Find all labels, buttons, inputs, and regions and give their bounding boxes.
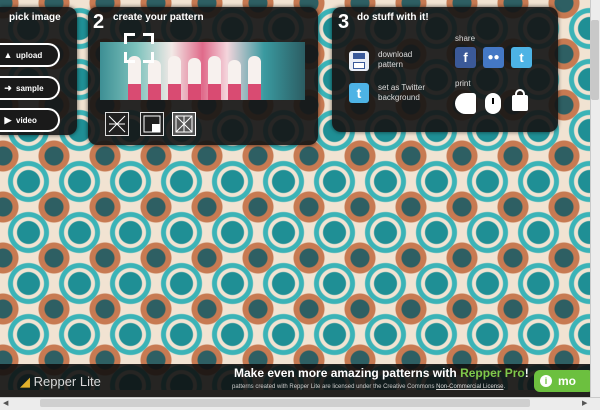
lock-icon[interactable] bbox=[512, 89, 528, 111]
more-button[interactable]: i mo bbox=[534, 370, 594, 392]
set-twitter-background-link[interactable]: set as Twitter background bbox=[378, 83, 425, 103]
twitter-share-icon[interactable]: t bbox=[511, 47, 532, 68]
download-pattern-link[interactable]: download pattern bbox=[378, 50, 412, 70]
repper-logo-icon: ◢ bbox=[20, 374, 30, 389]
license-link[interactable]: Non-Commercial License bbox=[436, 384, 503, 390]
pattern-style-tile-button[interactable] bbox=[140, 112, 164, 136]
pattern-style-kaleido-button[interactable] bbox=[172, 112, 196, 136]
step-number: 3 bbox=[338, 11, 350, 33]
mirror-style-icon bbox=[108, 115, 126, 133]
info-icon: i bbox=[540, 375, 552, 387]
promo-text: Make even more amazing patterns with Rep… bbox=[234, 366, 529, 380]
scroll-left-arrow-icon[interactable]: ◀ bbox=[3, 399, 8, 407]
panel-title: pick image bbox=[9, 12, 61, 23]
app-logo: ◢ Repper Lite bbox=[20, 374, 101, 389]
upload-label: upload bbox=[16, 50, 43, 60]
horizontal-scroll-thumb[interactable] bbox=[40, 399, 530, 407]
pattern-style-mirror-button[interactable] bbox=[105, 112, 129, 136]
kaleidoscope-style-icon bbox=[175, 115, 193, 133]
footer-bar: ◢ Repper Lite Make even more amazing pat… bbox=[0, 364, 594, 397]
scroll-right-arrow-icon[interactable]: ▶ bbox=[582, 399, 587, 407]
share-label: share bbox=[455, 34, 476, 43]
panel-title: do stuff with it! bbox=[357, 12, 429, 23]
facebook-icon[interactable]: f bbox=[455, 47, 476, 68]
crop-icon[interactable] bbox=[124, 33, 154, 63]
tile-style-icon bbox=[143, 115, 161, 133]
vertical-scroll-thumb[interactable] bbox=[591, 20, 599, 100]
video-label: video bbox=[16, 115, 37, 125]
print-icon[interactable] bbox=[455, 93, 476, 114]
pick-image-panel: pick image ▲ upload ➜ sample ▶ video bbox=[0, 7, 77, 135]
step-number: 2 bbox=[93, 11, 105, 33]
twitter-icon[interactable]: t bbox=[349, 83, 369, 103]
floppy-disk-icon[interactable] bbox=[349, 51, 369, 71]
repper-pro-link[interactable]: Repper Pro bbox=[460, 366, 525, 380]
print-label: print bbox=[455, 79, 471, 88]
video-play-icon: ▶ bbox=[4, 114, 12, 125]
upload-arrow-icon: ▲ bbox=[3, 50, 13, 60]
upload-button[interactable]: ▲ upload bbox=[0, 43, 60, 67]
mouse-icon[interactable] bbox=[485, 93, 501, 114]
sample-label: sample bbox=[16, 83, 44, 93]
panel-title: create your pattern bbox=[113, 12, 204, 23]
video-button[interactable]: ▶ video bbox=[0, 108, 60, 132]
myspace-icon[interactable]: ●● bbox=[483, 47, 504, 68]
license-text: patterns created with Repper Lite are li… bbox=[232, 384, 506, 390]
sample-arrow-icon: ➜ bbox=[4, 82, 12, 93]
sample-button[interactable]: ➜ sample bbox=[0, 76, 60, 100]
